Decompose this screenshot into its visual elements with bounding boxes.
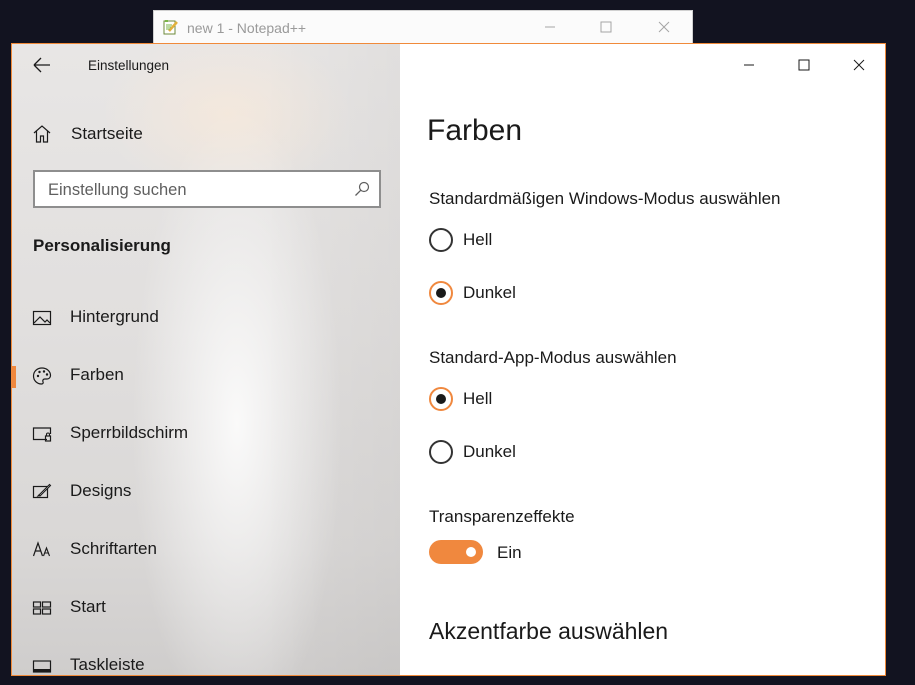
radio-label: Hell <box>463 389 493 408</box>
sidebar-item-farben[interactable]: Farben <box>12 356 400 396</box>
sidebar: Einstellungen Startseite Einstellung suc… <box>12 44 400 675</box>
sidebar-item-start[interactable]: Start <box>12 588 400 628</box>
minimize-button[interactable] <box>734 52 764 78</box>
sidebar-item-label: Farben <box>70 365 124 384</box>
transparency-state-label: Ein <box>497 543 522 562</box>
radio-circle <box>429 440 453 464</box>
notepad-close-button[interactable] <box>654 17 674 37</box>
page-title: Farben <box>427 114 523 147</box>
close-button[interactable] <box>844 52 874 78</box>
maximize-button[interactable] <box>789 52 819 78</box>
arrow-left-icon <box>33 57 50 73</box>
sidebar-item-label: Schriftarten <box>70 539 157 558</box>
lockscreen-icon <box>32 427 52 442</box>
search-placeholder: Einstellung suchen <box>48 181 187 199</box>
search-input[interactable]: Einstellung suchen <box>33 170 381 208</box>
minimize-icon <box>744 64 754 66</box>
home-icon <box>33 125 51 143</box>
selection-indicator <box>12 366 16 388</box>
image-icon <box>32 310 52 326</box>
radio-circle <box>429 281 453 305</box>
font-icon <box>32 541 51 557</box>
notepad-icon <box>163 20 178 35</box>
taskbar-icon <box>32 660 52 673</box>
transparency-toggle[interactable] <box>429 540 483 564</box>
radio-label: Dunkel <box>463 442 516 461</box>
home-label: Startseite <box>71 124 143 143</box>
content-pane: Farben Standardmäßigen Windows-Modus aus… <box>400 44 885 675</box>
sidebar-item-schriftarten[interactable]: Schriftarten <box>12 530 400 570</box>
notepad-minimize-button[interactable] <box>540 17 560 37</box>
home-link[interactable]: Startseite <box>32 123 143 145</box>
accent-heading: Akzentfarbe auswählen <box>429 618 669 644</box>
windows-mode-heading: Standardmäßigen Windows-Modus auswählen <box>429 189 781 208</box>
maximize-icon <box>798 59 810 71</box>
search-icon <box>355 181 370 196</box>
radio-label: Hell <box>463 230 493 249</box>
start-icon <box>32 601 52 615</box>
palette-icon <box>32 367 52 385</box>
radio-label: Dunkel <box>463 283 516 302</box>
sidebar-item-label: Hintergrund <box>70 307 159 326</box>
app-mode-heading: Standard-App-Modus auswählen <box>429 348 677 367</box>
sidebar-item-taskleiste[interactable]: Taskleiste <box>12 646 400 675</box>
sidebar-item-sperrbildschirm[interactable]: Sperrbildschirm <box>12 414 400 454</box>
brush-icon <box>32 483 52 499</box>
radio-circle <box>429 228 453 252</box>
notepad-maximize-button[interactable] <box>596 17 616 37</box>
notepad-title: new 1 - Notepad++ <box>187 20 307 36</box>
sidebar-item-label: Taskleiste <box>70 655 145 674</box>
radio-circle <box>429 387 453 411</box>
notepad-window[interactable]: new 1 - Notepad++ <box>153 10 693 44</box>
section-title: Personalisierung <box>33 236 171 255</box>
back-button[interactable] <box>32 56 54 74</box>
settings-window: Einstellungen Startseite Einstellung suc… <box>11 43 886 676</box>
close-icon <box>853 59 865 71</box>
sidebar-item-label: Sperrbildschirm <box>70 423 189 442</box>
transparency-heading: Transparenzeffekte <box>429 507 575 526</box>
app-title: Einstellungen <box>88 58 170 73</box>
sidebar-item-designs[interactable]: Designs <box>12 472 400 512</box>
sidebar-item-label: Start <box>70 597 106 616</box>
sidebar-item-label: Designs <box>70 481 132 500</box>
sidebar-item-hintergrund[interactable]: Hintergrund <box>12 298 400 338</box>
